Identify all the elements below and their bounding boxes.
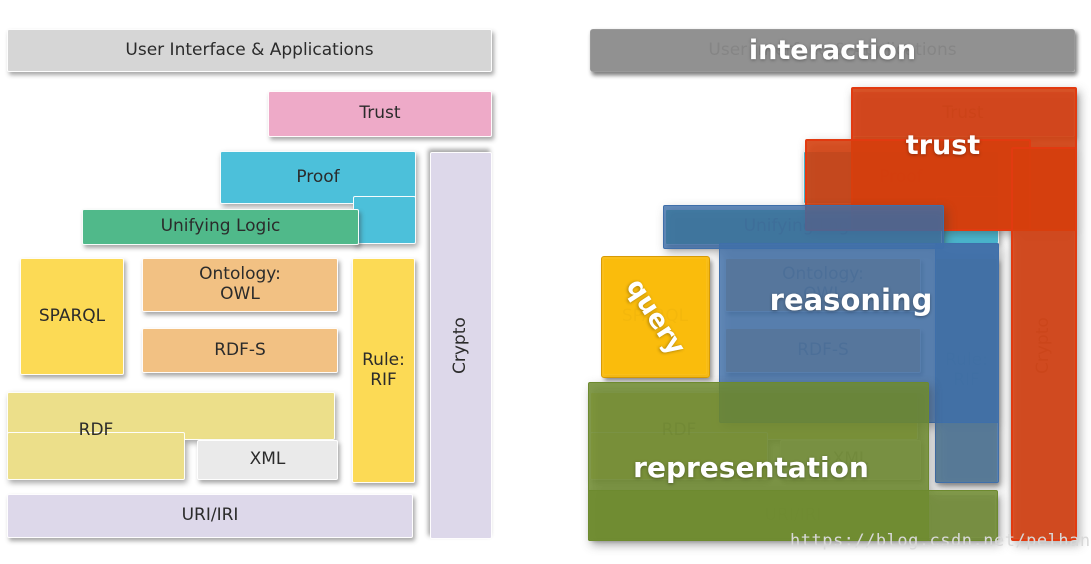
watermark: https://blog.csdn.net/pelhans [790, 531, 1091, 551]
layer-trust: Trust [268, 91, 492, 137]
layer-rule-rif: Rule: RIF [352, 258, 415, 483]
overlay-query [601, 256, 710, 378]
semantic-web-stack-annotated: User Interface & Applications Trust Proo… [583, 0, 1091, 564]
layer-rdf-s: RDF-S [142, 328, 338, 373]
overlay-interaction [590, 29, 1075, 72]
layer-crypto: Crypto [430, 152, 492, 539]
layer-uri-iri: URI/IRI [7, 494, 413, 538]
layer-unifying-logic: Unifying Logic [82, 209, 359, 245]
layer-ontology-owl: Ontology: OWL [142, 258, 338, 312]
layer-xml: XML [197, 440, 338, 480]
semantic-web-stack-plain: User Interface & Applications Trust Proo… [0, 0, 540, 564]
layer-sparql: SPARQL [20, 258, 124, 375]
layer-rdf-label: RDF [78, 420, 114, 441]
layer-proof-label: Proof [296, 166, 340, 187]
overlay-representation [588, 382, 998, 541]
layer-user-interface: User Interface & Applications [7, 29, 492, 72]
